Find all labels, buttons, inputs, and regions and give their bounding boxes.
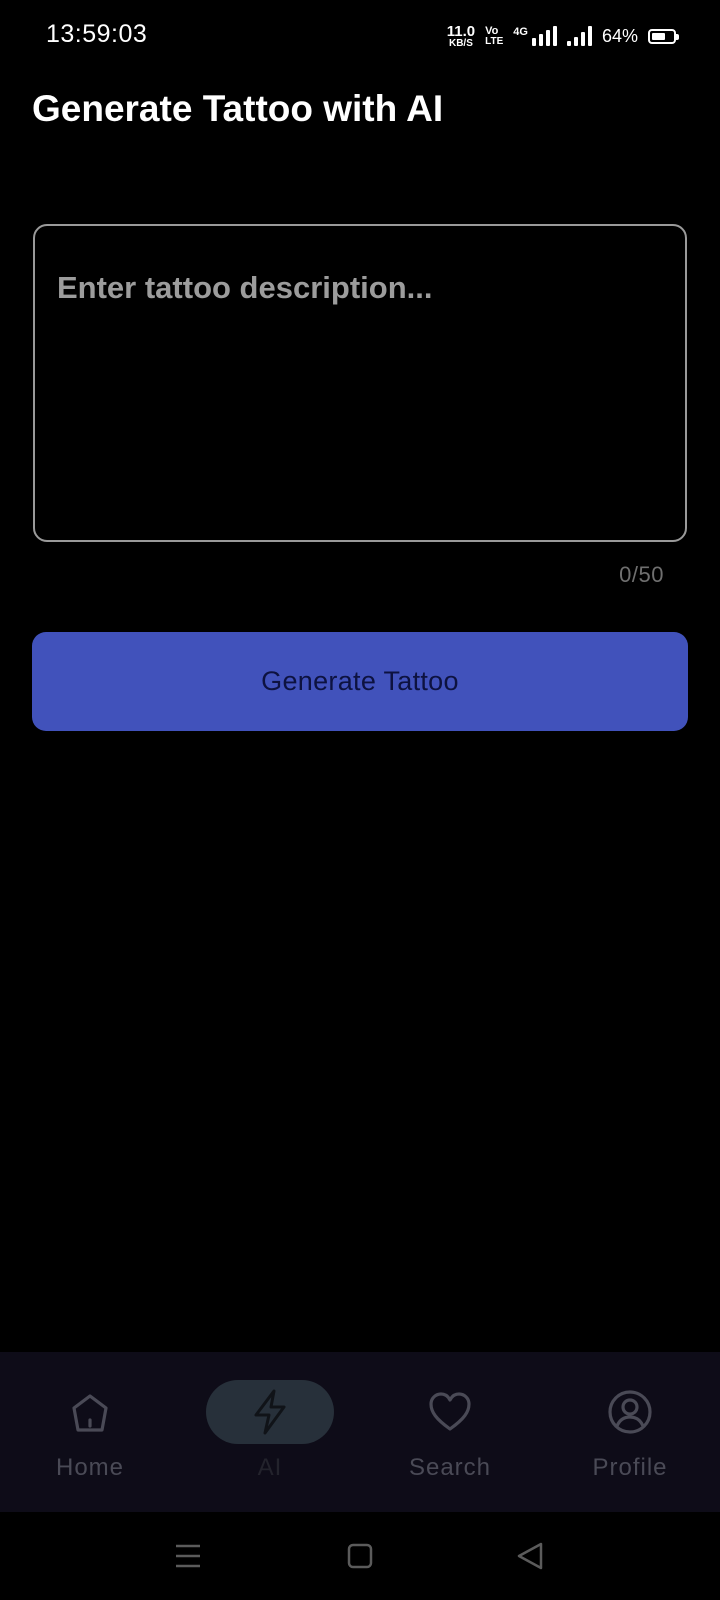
nav-label-home: Home xyxy=(55,1454,125,1481)
signal-4g-icon: 4G xyxy=(513,26,557,46)
status-bar: 13:59:03 11.0 KB/S Vo LTE 4G 64% xyxy=(0,0,720,72)
volte-bottom: LTE xyxy=(485,35,504,47)
menu-icon[interactable] xyxy=(164,1532,212,1580)
description-input[interactable] xyxy=(35,226,685,540)
page-title: Generate Tattoo with AI xyxy=(32,88,444,129)
signal-icon xyxy=(566,26,592,46)
nav-item-home[interactable]: Home xyxy=(0,1352,180,1512)
lightning-icon xyxy=(238,1380,302,1444)
heart-icon xyxy=(418,1380,482,1444)
status-indicators: 11.0 KB/S Vo LTE 4G 64% xyxy=(447,20,679,52)
network-speed-value: 11.0 xyxy=(446,22,476,40)
nav-label-search: Search xyxy=(408,1454,492,1481)
nav-label-profile: Profile xyxy=(592,1454,668,1481)
square-home-icon[interactable] xyxy=(336,1532,384,1580)
network-speed: 11.0 KB/S xyxy=(447,24,475,49)
generate-tattoo-button[interactable]: Generate Tattoo xyxy=(32,632,688,731)
network-speed-unit: KB/S xyxy=(448,37,473,49)
volte-top: Vo xyxy=(485,24,499,37)
description-field[interactable] xyxy=(33,224,687,542)
nav-item-ai[interactable]: AI xyxy=(180,1352,360,1512)
battery-percent: 64% xyxy=(601,25,638,46)
system-navigation-bar xyxy=(0,1512,720,1600)
nav-item-search[interactable]: Search xyxy=(360,1352,540,1512)
bottom-navigation: Home AI Search Profile xyxy=(0,1352,720,1512)
nav-item-profile[interactable]: Profile xyxy=(540,1352,720,1512)
status-time: 13:59:03 xyxy=(46,20,148,48)
nav-label-ai: AI xyxy=(257,1454,283,1481)
home-icon xyxy=(58,1380,122,1444)
battery-fill xyxy=(652,32,665,40)
user-circle-icon xyxy=(598,1380,662,1444)
triangle-back-icon[interactable] xyxy=(506,1532,554,1580)
battery-icon xyxy=(648,28,679,44)
volte-icon: Vo LTE xyxy=(485,24,504,47)
network-type: 4G xyxy=(513,26,528,38)
character-counter: 0/50 xyxy=(619,562,664,587)
